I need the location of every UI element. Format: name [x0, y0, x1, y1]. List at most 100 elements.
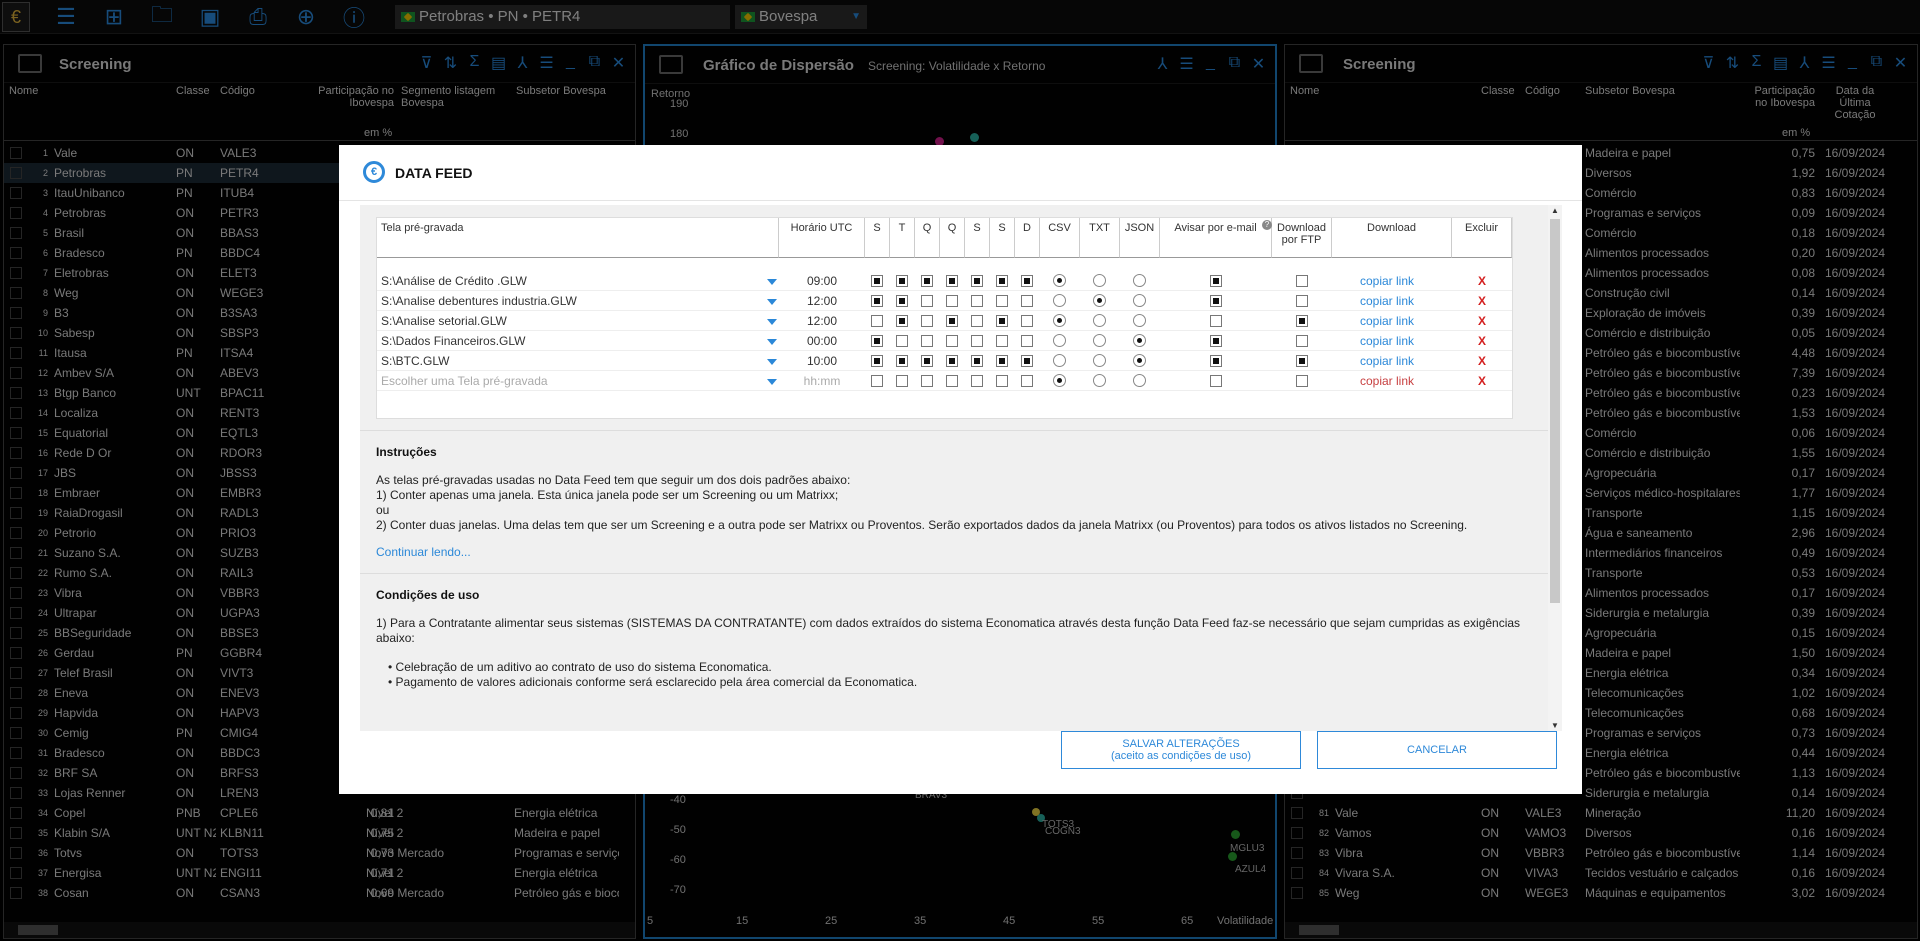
weekday-checkbox[interactable]	[996, 295, 1008, 307]
format-radio-json[interactable]	[1133, 354, 1146, 367]
utc-time-input[interactable]: 10:00	[779, 351, 865, 371]
copy-link[interactable]: copiar link	[1332, 271, 1442, 291]
weekday-checkbox[interactable]	[871, 355, 883, 367]
weekday-checkbox[interactable]	[1021, 315, 1033, 327]
ftp-download-checkbox[interactable]	[1296, 295, 1308, 307]
delete-icon[interactable]: X	[1452, 351, 1512, 371]
utc-time-input[interactable]: 12:00	[779, 291, 865, 311]
weekday-checkbox[interactable]	[996, 275, 1008, 287]
weekday-checkbox[interactable]	[871, 275, 883, 287]
weekday-checkbox[interactable]	[871, 315, 883, 327]
weekday-checkbox[interactable]	[946, 355, 958, 367]
format-radio-csv[interactable]	[1053, 354, 1066, 367]
chevron-down-icon[interactable]	[767, 379, 777, 385]
cancel-button[interactable]: CANCELAR	[1317, 731, 1557, 769]
delete-icon[interactable]: X	[1452, 271, 1512, 291]
format-radio-csv[interactable]	[1053, 334, 1066, 347]
format-radio-csv[interactable]	[1053, 294, 1066, 307]
email-notify-checkbox[interactable]	[1210, 355, 1222, 367]
weekday-checkbox[interactable]	[871, 335, 883, 347]
weekday-checkbox[interactable]	[946, 335, 958, 347]
format-radio-txt[interactable]	[1093, 274, 1106, 287]
weekday-checkbox[interactable]	[996, 335, 1008, 347]
weekday-checkbox[interactable]	[896, 295, 908, 307]
screen-file-select[interactable]: S:\Analise debentures industria.GLW	[381, 291, 771, 311]
weekday-checkbox[interactable]	[896, 335, 908, 347]
scroll-down-icon[interactable]: ▼	[1551, 721, 1559, 730]
help-icon[interactable]: ?	[1262, 220, 1272, 230]
weekday-checkbox[interactable]	[1021, 375, 1033, 387]
weekday-checkbox[interactable]	[996, 375, 1008, 387]
copy-link[interactable]: copiar link	[1332, 351, 1442, 371]
copy-link[interactable]: copiar link	[1332, 311, 1442, 331]
utc-time-input[interactable]: 12:00	[779, 311, 865, 331]
delete-icon[interactable]: X	[1452, 311, 1512, 331]
format-radio-json[interactable]	[1133, 314, 1146, 327]
weekday-checkbox[interactable]	[971, 295, 983, 307]
dialog-scrollbar[interactable]: ▲ ▼	[1548, 205, 1562, 731]
weekday-checkbox[interactable]	[946, 375, 958, 387]
email-notify-checkbox[interactable]	[1210, 315, 1222, 327]
weekday-checkbox[interactable]	[1021, 295, 1033, 307]
screen-file-select[interactable]: S:\BTC.GLW	[381, 351, 771, 371]
weekday-checkbox[interactable]	[896, 355, 908, 367]
chevron-down-icon[interactable]	[767, 339, 777, 345]
weekday-checkbox[interactable]	[946, 315, 958, 327]
weekday-checkbox[interactable]	[921, 335, 933, 347]
copy-link[interactable]: copiar link	[1332, 371, 1442, 391]
utc-time-input[interactable]: 00:00	[779, 331, 865, 351]
weekday-checkbox[interactable]	[1021, 275, 1033, 287]
format-radio-txt[interactable]	[1093, 354, 1106, 367]
read-more-link[interactable]: Continuar lendo...	[376, 545, 471, 560]
format-radio-csv[interactable]	[1053, 374, 1066, 387]
screen-file-select[interactable]: S:\Analise setorial.GLW	[381, 311, 771, 331]
weekday-checkbox[interactable]	[971, 355, 983, 367]
chevron-down-icon[interactable]	[767, 359, 777, 365]
format-radio-json[interactable]	[1133, 374, 1146, 387]
weekday-checkbox[interactable]	[896, 315, 908, 327]
weekday-checkbox[interactable]	[921, 375, 933, 387]
chevron-down-icon[interactable]	[767, 299, 777, 305]
weekday-checkbox[interactable]	[971, 375, 983, 387]
screen-file-select[interactable]: Escolher uma Tela pré-gravada	[381, 371, 771, 391]
format-radio-txt[interactable]	[1093, 334, 1106, 347]
ftp-download-checkbox[interactable]	[1296, 275, 1308, 287]
weekday-checkbox[interactable]	[921, 355, 933, 367]
email-notify-checkbox[interactable]	[1210, 275, 1222, 287]
delete-icon[interactable]: X	[1452, 331, 1512, 351]
weekday-checkbox[interactable]	[921, 315, 933, 327]
format-radio-json[interactable]	[1133, 274, 1146, 287]
format-radio-txt[interactable]	[1093, 294, 1106, 307]
weekday-checkbox[interactable]	[971, 335, 983, 347]
copy-link[interactable]: copiar link	[1332, 291, 1442, 311]
weekday-checkbox[interactable]	[946, 295, 958, 307]
format-radio-json[interactable]	[1133, 334, 1146, 347]
format-radio-txt[interactable]	[1093, 374, 1106, 387]
weekday-checkbox[interactable]	[896, 375, 908, 387]
weekday-checkbox[interactable]	[1021, 335, 1033, 347]
email-notify-checkbox[interactable]	[1210, 335, 1222, 347]
weekday-checkbox[interactable]	[871, 375, 883, 387]
copy-link[interactable]: copiar link	[1332, 331, 1442, 351]
chevron-down-icon[interactable]	[767, 279, 777, 285]
weekday-checkbox[interactable]	[896, 275, 908, 287]
weekday-checkbox[interactable]	[971, 315, 983, 327]
ftp-download-checkbox[interactable]	[1296, 375, 1308, 387]
weekday-checkbox[interactable]	[996, 355, 1008, 367]
screen-file-select[interactable]: S:\Análise de Crédito .GLW	[381, 271, 771, 291]
weekday-checkbox[interactable]	[921, 295, 933, 307]
utc-time-input[interactable]: 09:00	[779, 271, 865, 291]
ftp-download-checkbox[interactable]	[1296, 335, 1308, 347]
ftp-download-checkbox[interactable]	[1296, 315, 1308, 327]
weekday-checkbox[interactable]	[971, 275, 983, 287]
delete-icon[interactable]: X	[1452, 291, 1512, 311]
dialog-scroll-area[interactable]: Tela pré-gravada Horário UTC S T Q Q S S D CSV TXT…	[360, 205, 1562, 731]
format-radio-txt[interactable]	[1093, 314, 1106, 327]
weekday-checkbox[interactable]	[921, 275, 933, 287]
email-notify-checkbox[interactable]	[1210, 295, 1222, 307]
scroll-up-icon[interactable]: ▲	[1551, 206, 1559, 215]
format-radio-json[interactable]	[1133, 294, 1146, 307]
format-radio-csv[interactable]	[1053, 314, 1066, 327]
email-notify-checkbox[interactable]	[1210, 375, 1222, 387]
weekday-checkbox[interactable]	[946, 275, 958, 287]
